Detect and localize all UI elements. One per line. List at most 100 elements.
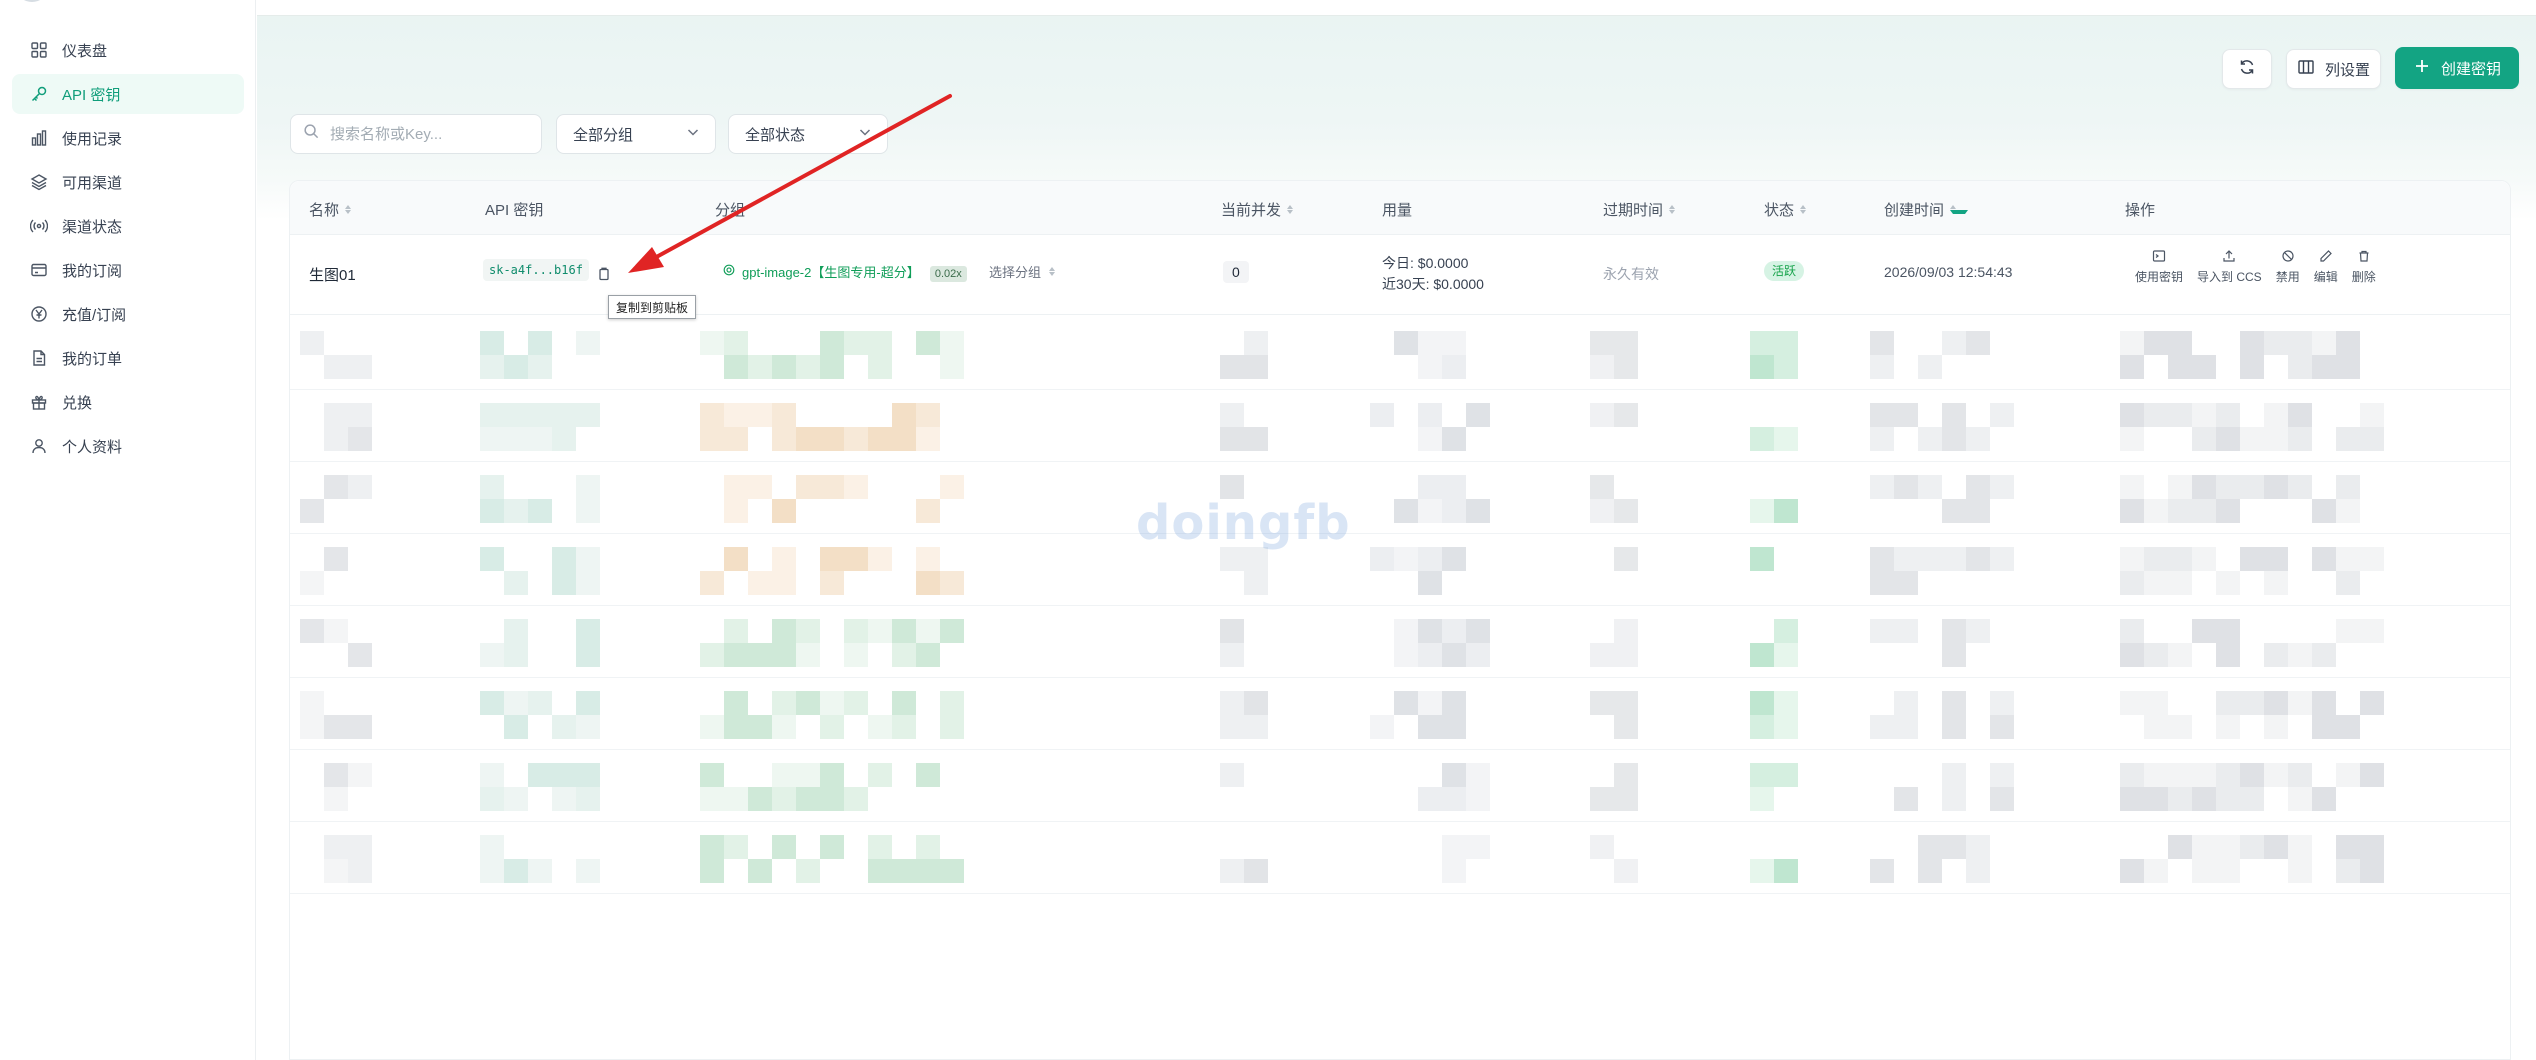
refresh-button[interactable] [2222,49,2272,89]
sidebar-item-channels[interactable]: 可用渠道 [12,162,244,202]
blurred-block [528,859,552,883]
ratio-badge: 0.02x [929,266,967,282]
group-filter-select[interactable]: 全部分组 [556,114,716,154]
blurred-block [1442,427,1466,451]
blurred-block [576,859,600,883]
sidebar-item-channel-status[interactable]: 渠道状态 [12,206,244,246]
blurred-block [1590,787,1614,811]
blurred-block [2264,691,2288,715]
sidebar-item-usage[interactable]: 使用记录 [12,118,244,158]
status-badge: 活跃 [1764,261,1805,281]
blurred-block [1966,331,1990,355]
blurred-block [1442,643,1466,667]
blurred-block [1418,715,1442,739]
blurred-block [724,715,748,739]
blurred-block [820,763,844,787]
blurred-block [2336,475,2360,499]
blurred-block [2168,499,2192,523]
blurred-block [1614,331,1638,355]
sidebar-item-orders[interactable]: 我的订单 [12,338,244,378]
blurred-block [772,619,796,643]
search-box[interactable] [290,114,542,154]
sidebar-item-redeem[interactable]: 兑换 [12,382,244,422]
sidebar-item-label: 我的订阅 [62,262,123,280]
blurred-block [700,763,724,787]
blurred-block [324,619,348,643]
blurred-block [2288,643,2312,667]
blurred-block [1614,403,1638,427]
usage-30d: 近30天: $0.0000 [1382,276,1484,292]
blurred-block [2360,427,2384,451]
blurred-block [892,691,916,715]
disable-button[interactable]: 禁用 [2270,249,2306,285]
blurred-block [796,787,820,811]
status-cell: 活跃 [1764,261,1805,281]
use-key-button[interactable]: 使用密钥 [2129,249,2189,285]
blurred-block [1990,403,2014,427]
import-ccs-button[interactable]: 导入到 CCS [2191,249,2268,285]
delete-button[interactable]: 删除 [2346,249,2382,285]
column-header-concurrency[interactable]: 当前并发 [1221,199,1294,220]
status-filter-select[interactable]: 全部状态 [728,114,888,154]
blurred-block [2192,787,2216,811]
blurred-block [1774,715,1798,739]
blurred-block [2336,835,2360,859]
blurred-block [2168,763,2192,787]
blurred-block [2120,571,2144,595]
action-label: 删除 [2351,270,2376,284]
blurred-block [1942,331,1966,355]
blurred-block [2240,331,2264,355]
sidebar-item-dashboard[interactable]: 仪表盘 [12,30,244,70]
trash-icon [2357,249,2371,268]
blurred-block [2192,835,2216,859]
blurred-block [1614,643,1638,667]
blurred-block [1774,355,1798,379]
blurred-block [2120,643,2144,667]
search-input[interactable] [330,125,530,143]
blurred-block [1894,571,1918,595]
blurred-block [2216,787,2240,811]
blurred-block [868,355,892,379]
column-settings-button[interactable]: 列设置 [2286,49,2381,89]
column-header-expiry[interactable]: 过期时间 [1603,199,1676,220]
blurred-block [940,715,964,739]
blurred-block [1442,787,1466,811]
blurred-block [2168,835,2192,859]
blurred-block [2264,763,2288,787]
blurred-block [2216,859,2240,883]
column-header-name[interactable]: 名称 [309,199,352,220]
blurred-block [700,331,724,355]
edit-button[interactable]: 编辑 [2308,249,2344,285]
blurred-block [1418,355,1442,379]
sidebar-item-recharge[interactable]: 充值/订阅 [12,294,244,334]
blurred-block [552,715,576,739]
copy-icon[interactable] [596,266,612,282]
choose-group-dropdown[interactable]: 选择分组 [989,262,1055,281]
blurred-block [504,499,528,523]
create-key-button[interactable]: 创建密钥 [2395,47,2519,89]
column-header-status[interactable]: 状态 [1764,199,1807,220]
blurred-block [940,619,964,643]
blurred-block [796,691,820,715]
blurred-block [820,835,844,859]
blurred-block [1244,571,1268,595]
blurred-block [300,331,324,355]
blurred-block [2120,787,2144,811]
blurred-block [2216,427,2240,451]
blurred-block [820,787,844,811]
blurred-block [916,571,940,595]
blurred-block [724,619,748,643]
blurred-block [916,427,940,451]
blurred-block [1466,499,1490,523]
sidebar-item-subscriptions[interactable]: 我的订阅 [12,250,244,290]
blurred-block [480,475,504,499]
blurred-block [576,475,600,499]
sidebar-item-api-keys[interactable]: API 密钥 [12,74,244,114]
column-header-created[interactable]: 创建时间 [1884,199,1969,220]
sidebar-item-profile[interactable]: 个人资料 [12,426,244,466]
blurred-block [2240,835,2264,859]
blurred-block [1942,427,1966,451]
blurred-block [940,475,964,499]
sidebar-item-label: 兑换 [62,394,93,412]
blurred-block [1870,859,1894,883]
